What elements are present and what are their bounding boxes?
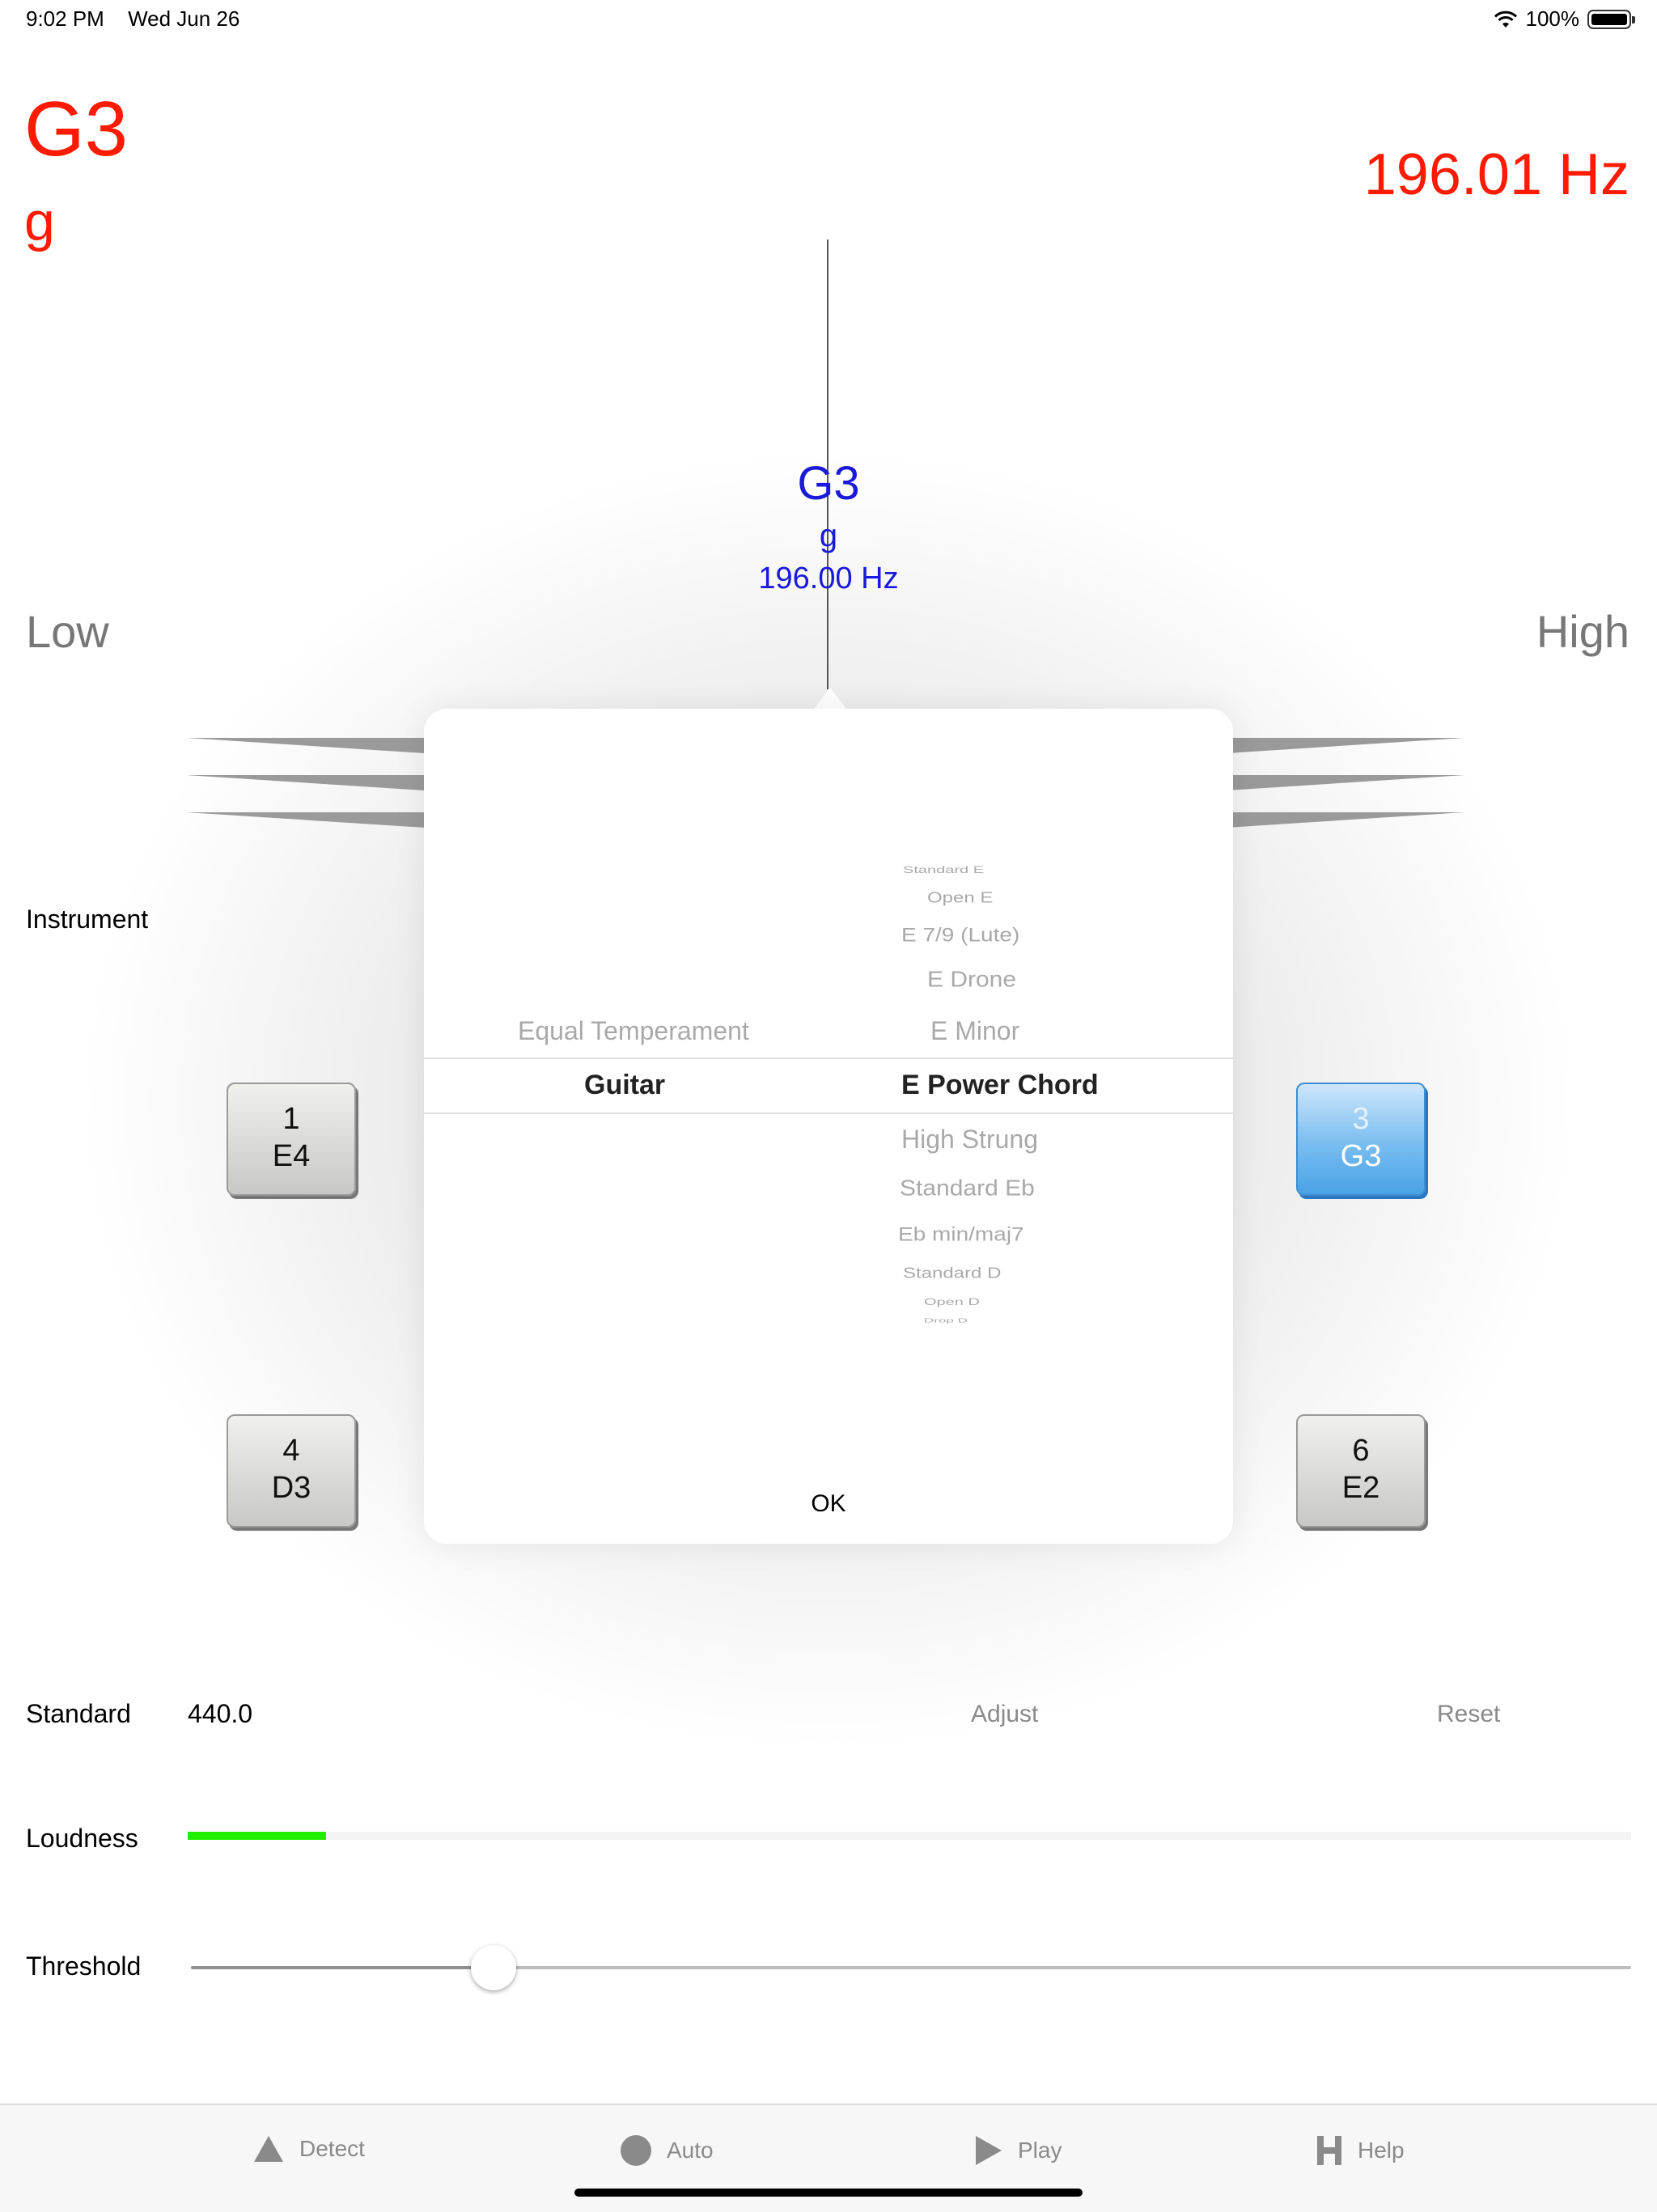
loudness-label: Loudness xyxy=(26,1824,138,1853)
string-note: E4 xyxy=(272,1139,311,1173)
tab-detect[interactable]: Detect xyxy=(252,2134,365,2163)
status-date: Wed Jun 26 xyxy=(128,6,240,31)
string-number: 3 xyxy=(1352,1102,1370,1136)
tuning-option[interactable]: Eb min/maj7 xyxy=(898,1223,1024,1245)
detected-frequency-unit: Hz xyxy=(1558,142,1629,207)
popover-arrow xyxy=(814,688,846,709)
string-key-1[interactable]: 1 E4 xyxy=(227,1083,356,1196)
tuning-option[interactable]: Drop D xyxy=(924,1317,968,1324)
wifi-icon xyxy=(1494,11,1517,28)
string-key-4[interactable]: 4 D3 xyxy=(227,1414,356,1528)
tuning-option[interactable]: Standard Eb xyxy=(900,1176,1035,1201)
tuning-option-selected[interactable]: E Power Chord xyxy=(901,1070,1099,1101)
adjust-button[interactable]: Adjust xyxy=(971,1701,1038,1728)
string-key-3[interactable]: 3 G3 xyxy=(1296,1083,1426,1196)
tuning-option[interactable]: Open D xyxy=(924,1297,980,1308)
tuning-option[interactable]: Standard E xyxy=(903,865,984,876)
string-note: D3 xyxy=(271,1471,311,1505)
tab-auto[interactable]: Auto xyxy=(620,2134,714,2167)
string-note: G3 xyxy=(1340,1139,1382,1173)
detected-note: G3 xyxy=(24,86,129,172)
tab-label: Detect xyxy=(299,2136,365,2161)
home-indicator xyxy=(574,2189,1083,2197)
tuning-option[interactable]: High Strung xyxy=(901,1125,1038,1155)
picker-selection-bottom xyxy=(424,1112,1233,1114)
threshold-slider-fill xyxy=(191,1966,494,1969)
tab-label: Play xyxy=(1018,2138,1062,2163)
detected-frequency-value: 196.01 xyxy=(1363,142,1542,207)
play-icon xyxy=(976,2136,1002,2165)
instrument-option-selected[interactable]: Guitar xyxy=(584,1070,665,1101)
standard-value: 440.0 xyxy=(188,1699,253,1728)
instrument-label: Instrument xyxy=(26,905,149,934)
loudness-track xyxy=(188,1832,1631,1840)
circle-icon xyxy=(621,2135,651,2166)
instrument-picker-popover xyxy=(424,709,1233,1544)
tuning-option[interactable]: E Minor xyxy=(930,1016,1019,1046)
tab-help[interactable]: Help xyxy=(1316,2134,1405,2167)
threshold-label: Threshold xyxy=(26,1951,142,1981)
tuning-option[interactable]: E Drone xyxy=(927,967,1016,993)
reset-button[interactable]: Reset xyxy=(1437,1701,1500,1728)
triangle-icon xyxy=(254,2136,283,2162)
string-number: 4 xyxy=(282,1434,300,1468)
ok-button[interactable]: OK xyxy=(788,1490,869,1518)
string-number: 1 xyxy=(282,1102,300,1136)
low-label: Low xyxy=(26,606,109,657)
h-icon xyxy=(1317,2136,1341,2165)
standard-label: Standard xyxy=(26,1699,131,1728)
string-key-6[interactable]: 6 E2 xyxy=(1296,1414,1426,1528)
tab-label: Auto xyxy=(667,2138,714,2163)
high-label: High xyxy=(1536,606,1629,657)
tuning-option[interactable]: Open E xyxy=(927,890,993,907)
string-note: E2 xyxy=(1341,1471,1380,1505)
target-note: G3 xyxy=(797,457,860,510)
tuning-option[interactable]: Standard D xyxy=(903,1265,1001,1282)
detected-solfege: g xyxy=(24,191,55,252)
target-frequency: 196.00 Hz xyxy=(758,561,899,595)
tab-play[interactable]: Play xyxy=(974,2134,1062,2167)
status-time: 9:02 PM xyxy=(26,6,104,31)
loudness-meter xyxy=(188,1832,326,1840)
threshold-slider-thumb[interactable] xyxy=(471,1945,516,1990)
temperament-option[interactable]: Equal Temperament xyxy=(518,1016,749,1046)
battery-icon xyxy=(1587,9,1635,29)
tuning-option[interactable]: E 7/9 (Lute) xyxy=(901,924,1019,946)
target-solfege: g xyxy=(819,518,838,553)
string-number: 6 xyxy=(1352,1434,1370,1468)
battery-percent: 100% xyxy=(1525,6,1580,31)
tab-label: Help xyxy=(1358,2138,1405,2163)
detected-frequency: 196.01 Hz xyxy=(1364,146,1629,204)
picker-selection-top xyxy=(424,1057,1233,1059)
status-bar-right: 100% xyxy=(1494,6,1635,32)
status-bar-left: 9:02 PM Wed Jun 26 xyxy=(26,6,257,32)
